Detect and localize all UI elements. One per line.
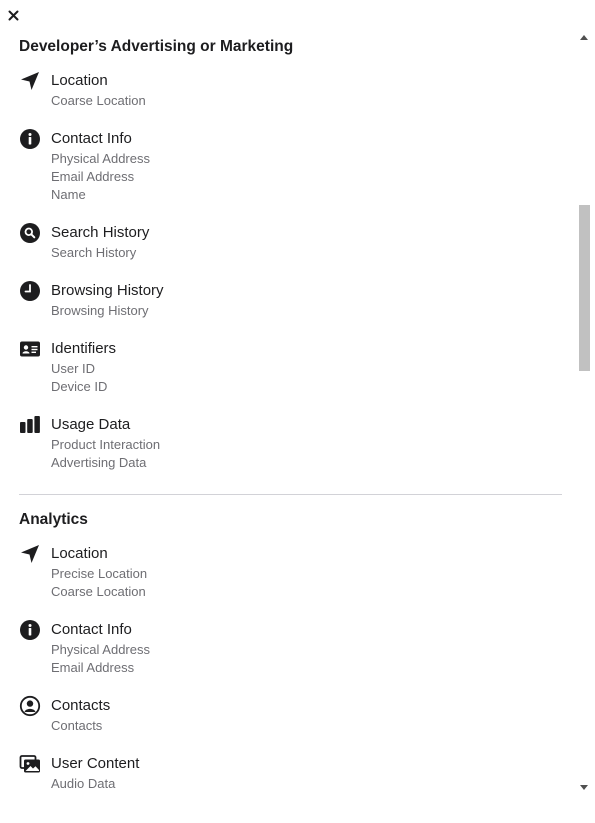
section-divider: [19, 494, 562, 495]
data-category-search-history: Search History Search History: [19, 222, 543, 262]
data-category-text: Usage Data Product Interaction Advertising…: [51, 414, 160, 472]
privacy-details-content: Developer’s Advertising or Marketing Loca…: [0, 37, 576, 792]
data-category-title: Location: [51, 72, 108, 89]
data-category-text: User ContentAudio DataCustomer Support: [51, 753, 157, 792]
data-category-text: Contact Info Physical Address Email Addres…: [51, 128, 150, 204]
data-type-label: Email Address: [51, 169, 135, 184]
privacy-section-developer-s-advertising-or-marketing: Developer’s Advertising or Marketing Loca…: [0, 37, 576, 472]
data-category-title: Search History: [51, 224, 150, 241]
data-type-label: Audio Data: [51, 776, 116, 791]
section-title: Analytics: [19, 511, 88, 528]
data-category-title: Contact Info: [51, 621, 132, 638]
info-circle-icon: [19, 128, 41, 150]
clock-icon: [19, 280, 41, 302]
info-circle-icon: [19, 619, 41, 641]
data-type-label: Name: [51, 187, 86, 202]
data-category-user-content: User ContentAudio DataCustomer Support: [19, 753, 543, 792]
data-category-title: Contacts: [51, 697, 111, 714]
scroll-down-arrow-icon[interactable]: [580, 785, 588, 790]
data-type-label: Product Interaction: [51, 437, 161, 452]
data-category-location: Location Coarse Location: [19, 70, 543, 110]
data-type-label: Coarse Location: [51, 93, 146, 108]
data-type-label: Precise Location: [51, 566, 148, 581]
vertical-scrollbar[interactable]: [577, 30, 592, 794]
data-type-label: Device ID: [51, 379, 108, 394]
data-category-text: Location Coarse Location: [51, 70, 146, 110]
data-category-title: Browsing History: [51, 282, 164, 299]
data-category-title: Identifiers: [51, 340, 117, 357]
data-type-label: Browsing History: [51, 303, 149, 318]
bar-chart-icon: [19, 414, 41, 436]
data-category-location: Location Precise Location Coarse Location: [19, 543, 543, 601]
data-type-label: Coarse Location: [51, 584, 146, 599]
privacy-section-analytics: Analytics Location Precise Location Coarse …: [0, 510, 576, 792]
data-category-text: Contact Info Physical Address Email Addres…: [51, 619, 150, 677]
data-category-title: Location: [51, 545, 108, 562]
scroll-up-arrow-icon[interactable]: [580, 35, 588, 40]
data-type-label: Physical Address: [51, 642, 150, 657]
photo-stack-icon: [19, 753, 41, 775]
id-card-icon: [19, 338, 41, 360]
data-category-text: Identifiers User ID Device ID: [51, 338, 116, 396]
location-arrow-icon: [19, 70, 41, 92]
data-type-label: Search History: [51, 245, 137, 260]
data-category-text: Search History Search History: [51, 222, 149, 262]
data-category-text: Location Precise Location Coarse Location: [51, 543, 147, 601]
privacy-details-scroll-area[interactable]: Developer’s Advertising or Marketing Loca…: [0, 30, 576, 792]
close-button[interactable]: [5, 6, 21, 24]
data-category-text: Contacts Contacts: [51, 695, 110, 735]
data-type-label: Advertising Data: [51, 455, 147, 470]
data-category-usage-data: Usage Data Product Interaction Advertising…: [19, 414, 543, 472]
search-circle-icon: [19, 222, 41, 244]
data-type-label: Physical Address: [51, 151, 150, 166]
data-category-contacts: Contacts Contacts: [19, 695, 543, 735]
data-type-label: User ID: [51, 361, 96, 376]
data-category-identifiers: Identifiers User ID Device ID: [19, 338, 543, 396]
data-type-label: Email Address: [51, 660, 135, 675]
section-title: Developer’s Advertising or Marketing: [19, 38, 294, 55]
person-circle-icon: [19, 695, 41, 717]
data-category-title: Contact Info: [51, 130, 132, 147]
scrollbar-thumb[interactable]: [579, 205, 590, 371]
data-type-label: Contacts: [51, 718, 103, 733]
close-icon: [8, 10, 18, 20]
data-category-text: Browsing History Browsing History: [51, 280, 164, 320]
data-category-title: User Content: [51, 755, 140, 772]
data-category-contact-info: Contact Info Physical Address Email Addres…: [19, 128, 543, 204]
data-category-contact-info: Contact Info Physical Address Email Addres…: [19, 619, 543, 677]
location-arrow-icon: [19, 543, 41, 565]
data-category-title: Usage Data: [51, 416, 131, 433]
data-category-browsing-history: Browsing History Browsing History: [19, 280, 543, 320]
